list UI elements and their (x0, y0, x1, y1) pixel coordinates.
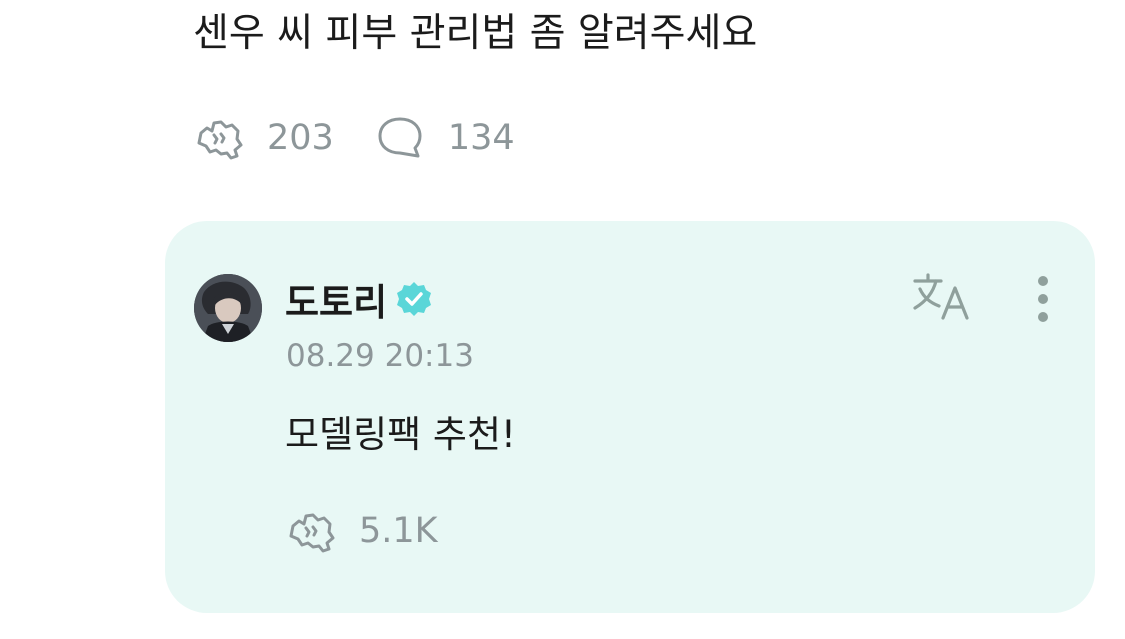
comment-card: 도토리 08.29 20:13 모델링팩 추천! 5.1K (165, 221, 1095, 613)
comment-like-button[interactable]: 5.1K (285, 505, 438, 557)
verified-badge-icon (395, 280, 433, 318)
post-actions: 203 134 (193, 110, 515, 166)
post-comment-count: 134 (447, 118, 515, 158)
speech-bubble-icon (374, 112, 426, 164)
post-like-button[interactable]: 203 (193, 112, 334, 164)
comment-author-name[interactable]: 도토리 (285, 272, 387, 326)
cheer-hands-icon (285, 505, 337, 557)
comment-thread-page: 센우 씨 피부 관리법 좀 알려주세요 203 134 도토리 08.29 20… (0, 0, 1125, 639)
comment-like-count: 5.1K (359, 511, 438, 551)
comment-timestamp: 08.29 20:13 (286, 338, 474, 374)
translate-button[interactable] (909, 271, 975, 327)
more-vertical-icon (1037, 274, 1049, 328)
comment-body: 모델링팩 추천! (285, 413, 516, 456)
translate-icon (911, 272, 973, 326)
more-options-button[interactable] (1025, 273, 1061, 329)
avatar[interactable] (194, 274, 262, 342)
comment-author-row: 도토리 (285, 273, 433, 325)
post-like-count: 203 (267, 118, 334, 158)
post-text: 센우 씨 피부 관리법 좀 알려주세요 (193, 11, 758, 56)
cheer-hands-icon (193, 112, 245, 164)
post-comment-button[interactable]: 134 (374, 112, 515, 164)
comment-actions: 5.1K (285, 503, 438, 559)
